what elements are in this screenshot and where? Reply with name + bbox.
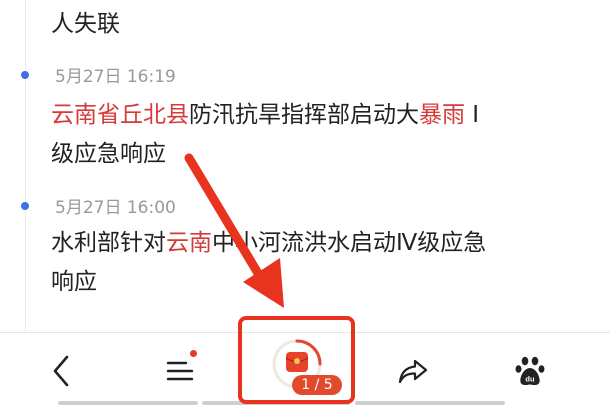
- headline-line-2[interactable]: 响应: [51, 268, 97, 296]
- headline-segment: 防汛抗旱指挥部启动大: [189, 102, 419, 128]
- share-icon: [398, 359, 428, 384]
- svg-text:du: du: [525, 375, 535, 384]
- baidu-home-button[interactable]: du: [505, 333, 555, 409]
- menu-button[interactable]: [155, 333, 205, 409]
- headline-segment: 暴雨: [419, 102, 465, 128]
- scroll-segment: [355, 401, 505, 405]
- timestamp: 5月27日 16:00: [55, 198, 176, 218]
- share-button[interactable]: [388, 333, 438, 409]
- chevron-left-icon: [53, 355, 69, 387]
- menu-icon: [166, 361, 194, 381]
- bottom-scroll-indicator: [0, 401, 610, 407]
- previous-item-tail: 人失联: [51, 11, 120, 37]
- notification-dot: [190, 350, 197, 357]
- baidu-paw-icon: du: [515, 356, 545, 385]
- bottom-toolbar: 1 / 5 du: [0, 332, 610, 409]
- scroll-segment: [58, 401, 198, 405]
- timeline-line: [25, 0, 26, 332]
- scroll-segment: [202, 401, 350, 405]
- headline-segment: 中小河流洪水启动Ⅳ级应急: [212, 230, 487, 256]
- timeline-dot: [21, 202, 29, 210]
- red-envelope-task-button[interactable]: 1 / 5: [252, 333, 342, 409]
- headline-line-1[interactable]: 云南省丘北县防汛抗旱指挥部启动大暴雨 Ⅰ: [51, 101, 479, 129]
- red-envelope-icon: [285, 352, 309, 372]
- page-indicator: 1 / 5: [292, 375, 342, 395]
- headline-segment: 云南省丘北县: [51, 102, 189, 128]
- back-button[interactable]: [36, 333, 86, 409]
- news-timeline-feed: 人失联 5月27日 16:19 云南省丘北县防汛抗旱指挥部启动大暴雨 Ⅰ 级应急…: [0, 0, 610, 332]
- headline-line-1[interactable]: 水利部针对云南中小河流洪水启动Ⅳ级应急: [51, 229, 486, 257]
- headline-segment: 水利部针对: [51, 230, 166, 256]
- headline-segment: Ⅰ: [465, 102, 480, 128]
- timeline-dot: [21, 71, 29, 79]
- headline-segment: 云南: [166, 230, 212, 256]
- headline-line-2[interactable]: 级应急响应: [51, 140, 166, 168]
- timestamp: 5月27日 16:19: [55, 67, 176, 87]
